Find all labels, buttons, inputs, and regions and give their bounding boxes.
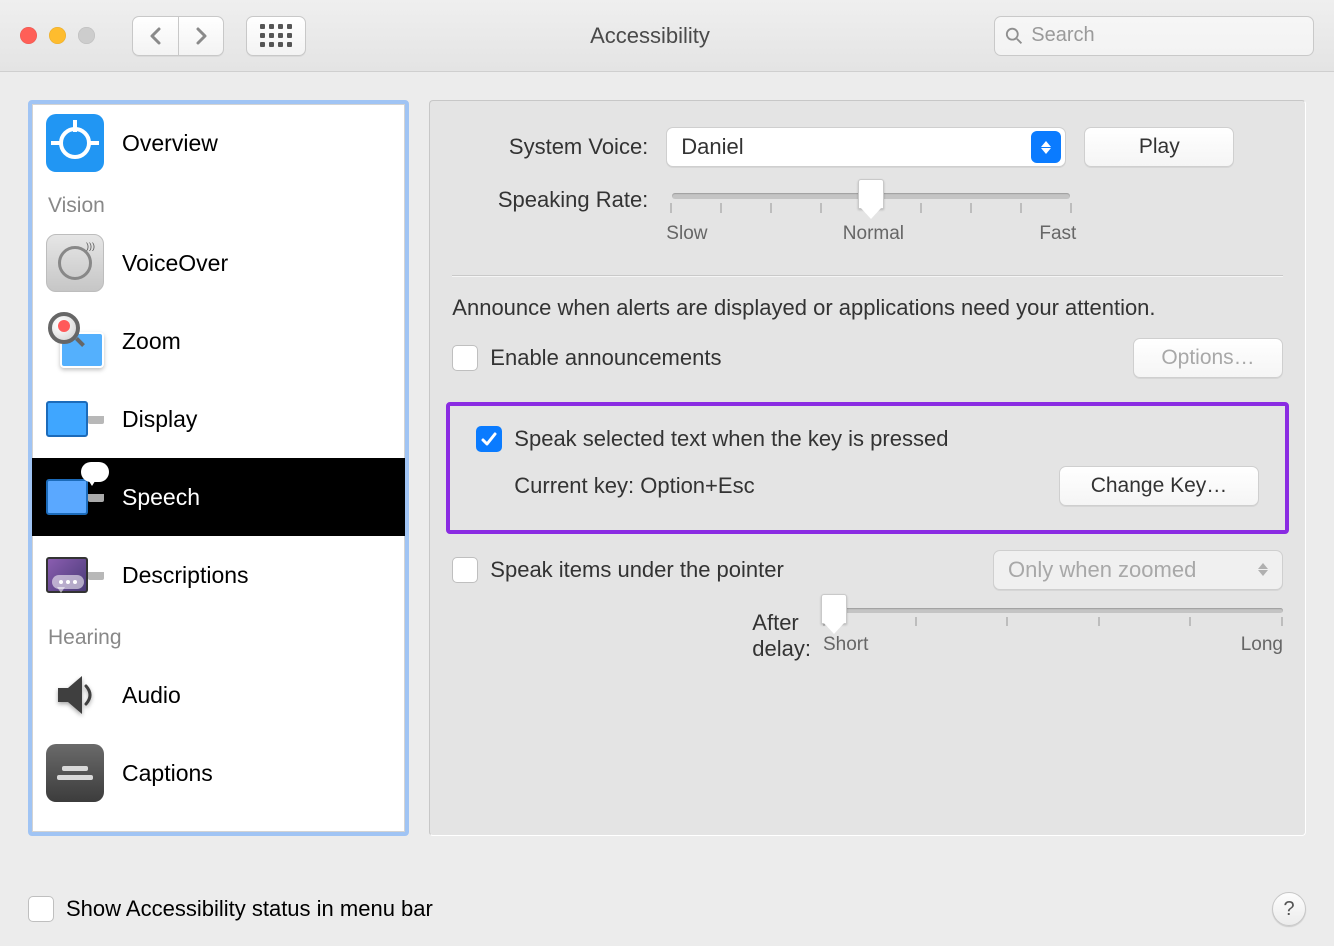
speak-selected-highlight: Speak selected text when the key is pres… [446, 402, 1289, 534]
sidebar-item-label: Captions [122, 760, 213, 787]
speak-pointer-checkbox[interactable] [452, 557, 478, 583]
rate-label-normal: Normal [843, 223, 904, 245]
enable-announcements-label: Enable announcements [490, 345, 721, 371]
speak-selected-label: Speak selected text when the key is pres… [514, 426, 948, 452]
delay-label-long: Long [1241, 634, 1283, 656]
pointer-mode-select: Only when zoomed [993, 550, 1283, 590]
speech-icon [46, 468, 104, 526]
slider-thumb[interactable] [821, 594, 847, 624]
enable-announcements-row[interactable]: Enable announcements [452, 345, 721, 371]
sidebar-item-label: Descriptions [122, 562, 249, 589]
after-delay-label: After delay: [752, 610, 811, 662]
sidebar-item-display[interactable]: Display [32, 380, 405, 458]
rate-label-fast: Fast [1039, 223, 1076, 245]
close-icon[interactable] [20, 27, 37, 44]
sidebar-item-overview[interactable]: Overview [32, 104, 405, 182]
system-voice-select[interactable]: Daniel [666, 127, 1066, 167]
options-button: Options… [1133, 338, 1283, 378]
slider-thumb[interactable] [858, 179, 884, 209]
speaking-rate-label: Speaking Rate: [452, 187, 648, 245]
grid-icon [260, 24, 292, 47]
sidebar-header-vision: Vision [32, 182, 405, 224]
descriptions-icon [46, 546, 104, 604]
sidebar-item-audio[interactable]: Audio [32, 656, 405, 734]
chevron-left-icon [148, 26, 164, 46]
search-field[interactable] [994, 16, 1314, 56]
current-key-label: Current key: Option+Esc [514, 473, 754, 499]
divider [452, 275, 1283, 276]
nav-buttons [132, 16, 224, 56]
sidebar-header-hearing: Hearing [32, 614, 405, 656]
sidebar-item-label: VoiceOver [122, 250, 228, 277]
audio-icon [46, 666, 104, 724]
change-key-button[interactable]: Change Key… [1059, 466, 1259, 506]
search-icon [1005, 26, 1023, 46]
delay-label-short: Short [823, 634, 868, 656]
speak-pointer-label: Speak items under the pointer [490, 557, 784, 583]
sidebar[interactable]: Overview Vision ))) VoiceOver Zoom Displ… [28, 100, 409, 836]
current-key-row: Current key: Option+Esc Change Key… [476, 466, 1259, 506]
accessibility-icon [46, 114, 104, 172]
show-status-checkbox[interactable] [28, 896, 54, 922]
speak-selected-row[interactable]: Speak selected text when the key is pres… [476, 426, 1259, 452]
sidebar-item-label: Display [122, 406, 197, 433]
show-status-label: Show Accessibility status in menu bar [66, 896, 433, 922]
show-all-button[interactable] [246, 16, 306, 56]
chevron-updown-icon [1248, 554, 1278, 586]
sidebar-item-label: Speech [122, 484, 200, 511]
delay-slider[interactable] [823, 608, 1283, 613]
sidebar-item-descriptions[interactable]: Descriptions [32, 536, 405, 614]
speak-pointer-row[interactable]: Speak items under the pointer [452, 557, 784, 583]
after-delay-row: After delay: Short Long [452, 608, 1283, 660]
system-voice-row: System Voice: Daniel Play [452, 127, 1283, 167]
sidebar-item-captions[interactable]: Captions [32, 734, 405, 812]
voiceover-icon: ))) [46, 234, 104, 292]
sidebar-item-label: Zoom [122, 328, 181, 355]
traffic-lights [20, 27, 120, 44]
window-titlebar: Accessibility [0, 0, 1334, 72]
sidebar-item-speech[interactable]: Speech [32, 458, 405, 536]
speak-selected-checkbox[interactable] [476, 426, 502, 452]
window-title: Accessibility [318, 23, 982, 49]
search-input[interactable] [1031, 24, 1303, 47]
chevron-right-icon [193, 26, 209, 46]
help-button[interactable]: ? [1272, 892, 1306, 926]
show-status-row[interactable]: Show Accessibility status in menu bar [28, 896, 433, 922]
pointer-mode-value: Only when zoomed [1008, 557, 1196, 583]
sidebar-item-zoom[interactable]: Zoom [32, 302, 405, 380]
bottom-bar: Show Accessibility status in menu bar ? [28, 892, 1306, 926]
sidebar-item-voiceover[interactable]: ))) VoiceOver [32, 224, 405, 302]
sidebar-item-label: Audio [122, 682, 181, 709]
forward-button[interactable] [178, 16, 224, 56]
announce-description: Announce when alerts are displayed or ap… [452, 292, 1283, 324]
system-voice-label: System Voice: [452, 134, 648, 160]
content-area: Overview Vision ))) VoiceOver Zoom Displ… [0, 72, 1334, 946]
speaking-rate-row: Speaking Rate: Slow Normal Fast [452, 187, 1283, 245]
rate-label-slow: Slow [666, 223, 707, 245]
display-icon [46, 390, 104, 448]
minimize-icon[interactable] [49, 27, 66, 44]
speaking-rate-slider[interactable]: Slow Normal Fast [666, 187, 1076, 245]
zoom-icon [46, 312, 104, 370]
back-button[interactable] [132, 16, 178, 56]
captions-icon [46, 744, 104, 802]
system-voice-value: Daniel [681, 134, 743, 160]
sidebar-item-label: Overview [122, 130, 218, 157]
search-field-wrap [994, 16, 1314, 56]
chevron-updown-icon [1031, 131, 1061, 163]
enable-announcements-checkbox[interactable] [452, 345, 478, 371]
settings-panel: System Voice: Daniel Play Speaking Rate:… [429, 100, 1306, 836]
play-button[interactable]: Play [1084, 127, 1234, 167]
check-icon [480, 430, 498, 448]
maximize-icon [78, 27, 95, 44]
